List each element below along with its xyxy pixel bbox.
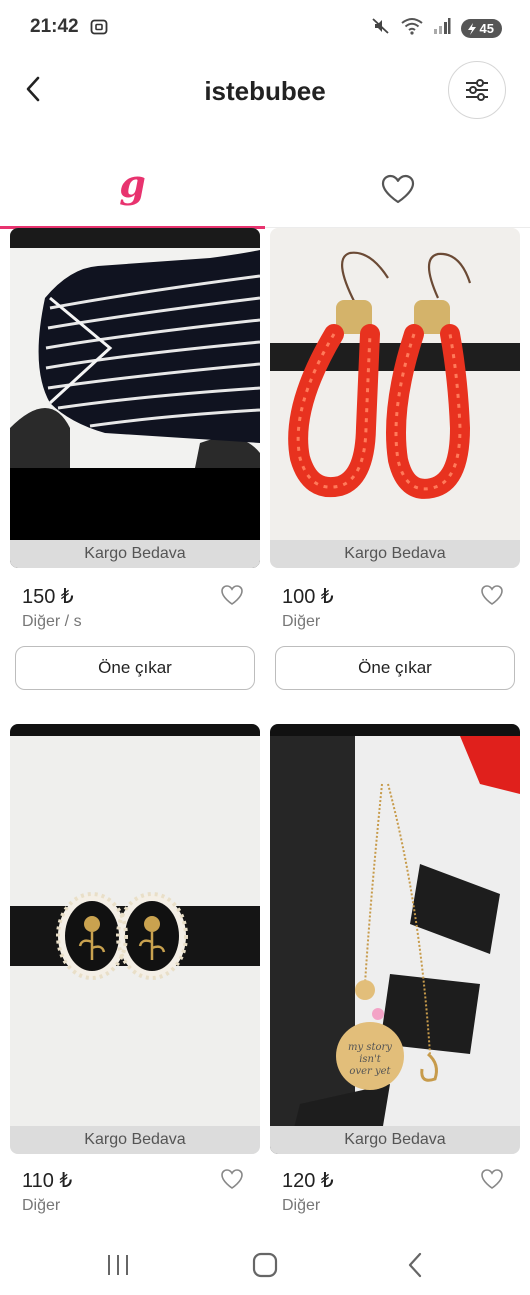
battery-level: 45 [479,21,494,36]
product-price: 100 ₺ [282,586,334,608]
product-card[interactable]: Kargo Bedava 110 ₺ Diğer [10,724,260,1214]
promote-button[interactable]: Öne çıkar [275,646,515,690]
product-card[interactable]: Kargo Bedava 100 ₺ Diğer Öne çıkar [270,228,520,698]
product-category: Diğer [282,613,321,630]
promote-button[interactable]: Öne çıkar [15,646,255,690]
nav-back-button[interactable] [395,1249,435,1281]
filter-sliders-icon [466,79,488,101]
product-price: 110 ₺ [22,1170,73,1192]
tab-listings[interactable]: g [0,150,265,229]
heart-outline-icon[interactable] [480,1168,504,1190]
heart-outline-icon[interactable] [220,584,244,606]
svg-text:over yet: over yet [349,1066,391,1077]
product-card[interactable]: Kargo Bedava 150 ₺ Diğer / s Öne çıkar [10,228,260,698]
brand-g-logo: g [119,160,146,206]
recents-icon [108,1255,128,1275]
screenshot-icon [90,18,108,41]
free-shipping-badge: Kargo Bedava [270,1126,520,1154]
system-nav-bar [0,1235,530,1295]
product-price: 120 ₺ [282,1170,334,1192]
battery-icon: 45 [460,19,502,38]
heart-outline-icon [381,174,414,204]
tab-favorites[interactable] [265,150,530,228]
home-icon [252,1252,278,1278]
product-category: Diğer [282,1197,321,1214]
product-card[interactable]: my story isn't over yet Kargo Bedava 120… [270,724,520,1214]
heart-outline-icon[interactable] [480,584,504,606]
filter-button[interactable] [448,61,506,119]
product-price: 150 ₺ [22,586,74,608]
free-shipping-badge: Kargo Bedava [10,540,260,568]
back-icon [408,1252,422,1278]
recents-button[interactable] [98,1249,138,1281]
profile-tabs: g [0,150,530,229]
wifi-icon [400,17,423,40]
app-header: istebubee [0,56,530,126]
signal-icon [433,17,451,40]
product-category: Diğer [22,1197,61,1214]
mute-icon [371,16,391,41]
free-shipping-badge: Kargo Bedava [10,1126,260,1154]
product-image[interactable]: Kargo Bedava [270,228,520,568]
svg-text:my story: my story [348,1042,392,1053]
free-shipping-badge: Kargo Bedava [270,540,520,568]
heart-outline-icon[interactable] [220,1168,244,1190]
product-image[interactable]: Kargo Bedava [10,724,260,1154]
product-image[interactable]: my story isn't over yet Kargo Bedava [270,724,520,1154]
status-time: 21:42 [30,16,79,37]
status-bar: 21:42 45 [0,0,530,56]
product-image[interactable]: Kargo Bedava [10,228,260,568]
product-category: Diğer / s [22,613,82,630]
home-button[interactable] [245,1249,285,1281]
svg-text:isn't: isn't [359,1054,382,1065]
